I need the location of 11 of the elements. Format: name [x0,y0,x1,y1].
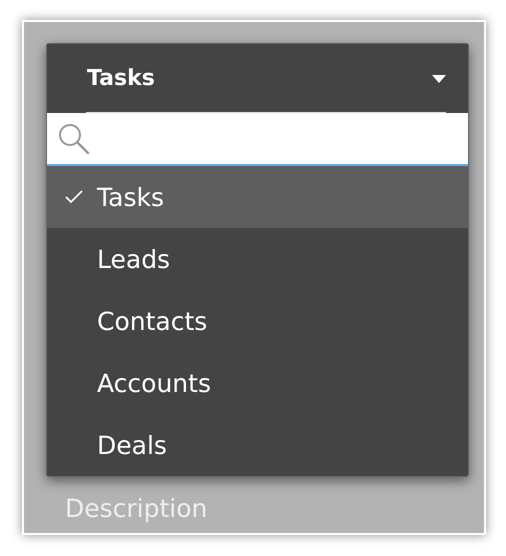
menu-item[interactable]: Contacts [47,290,468,352]
field-label: Description [65,494,208,523]
search-icon [57,122,91,156]
checkmark-icon [65,190,83,204]
menu-item[interactable]: Deals [47,414,468,476]
caret-icon [432,74,446,82]
menu-item[interactable]: Leads [47,228,468,290]
menu-item[interactable]: Tasks [47,166,468,228]
menu-item[interactable]: Accounts [47,352,468,414]
search-field[interactable] [47,113,468,166]
module-select[interactable]: Tasks [47,44,468,113]
